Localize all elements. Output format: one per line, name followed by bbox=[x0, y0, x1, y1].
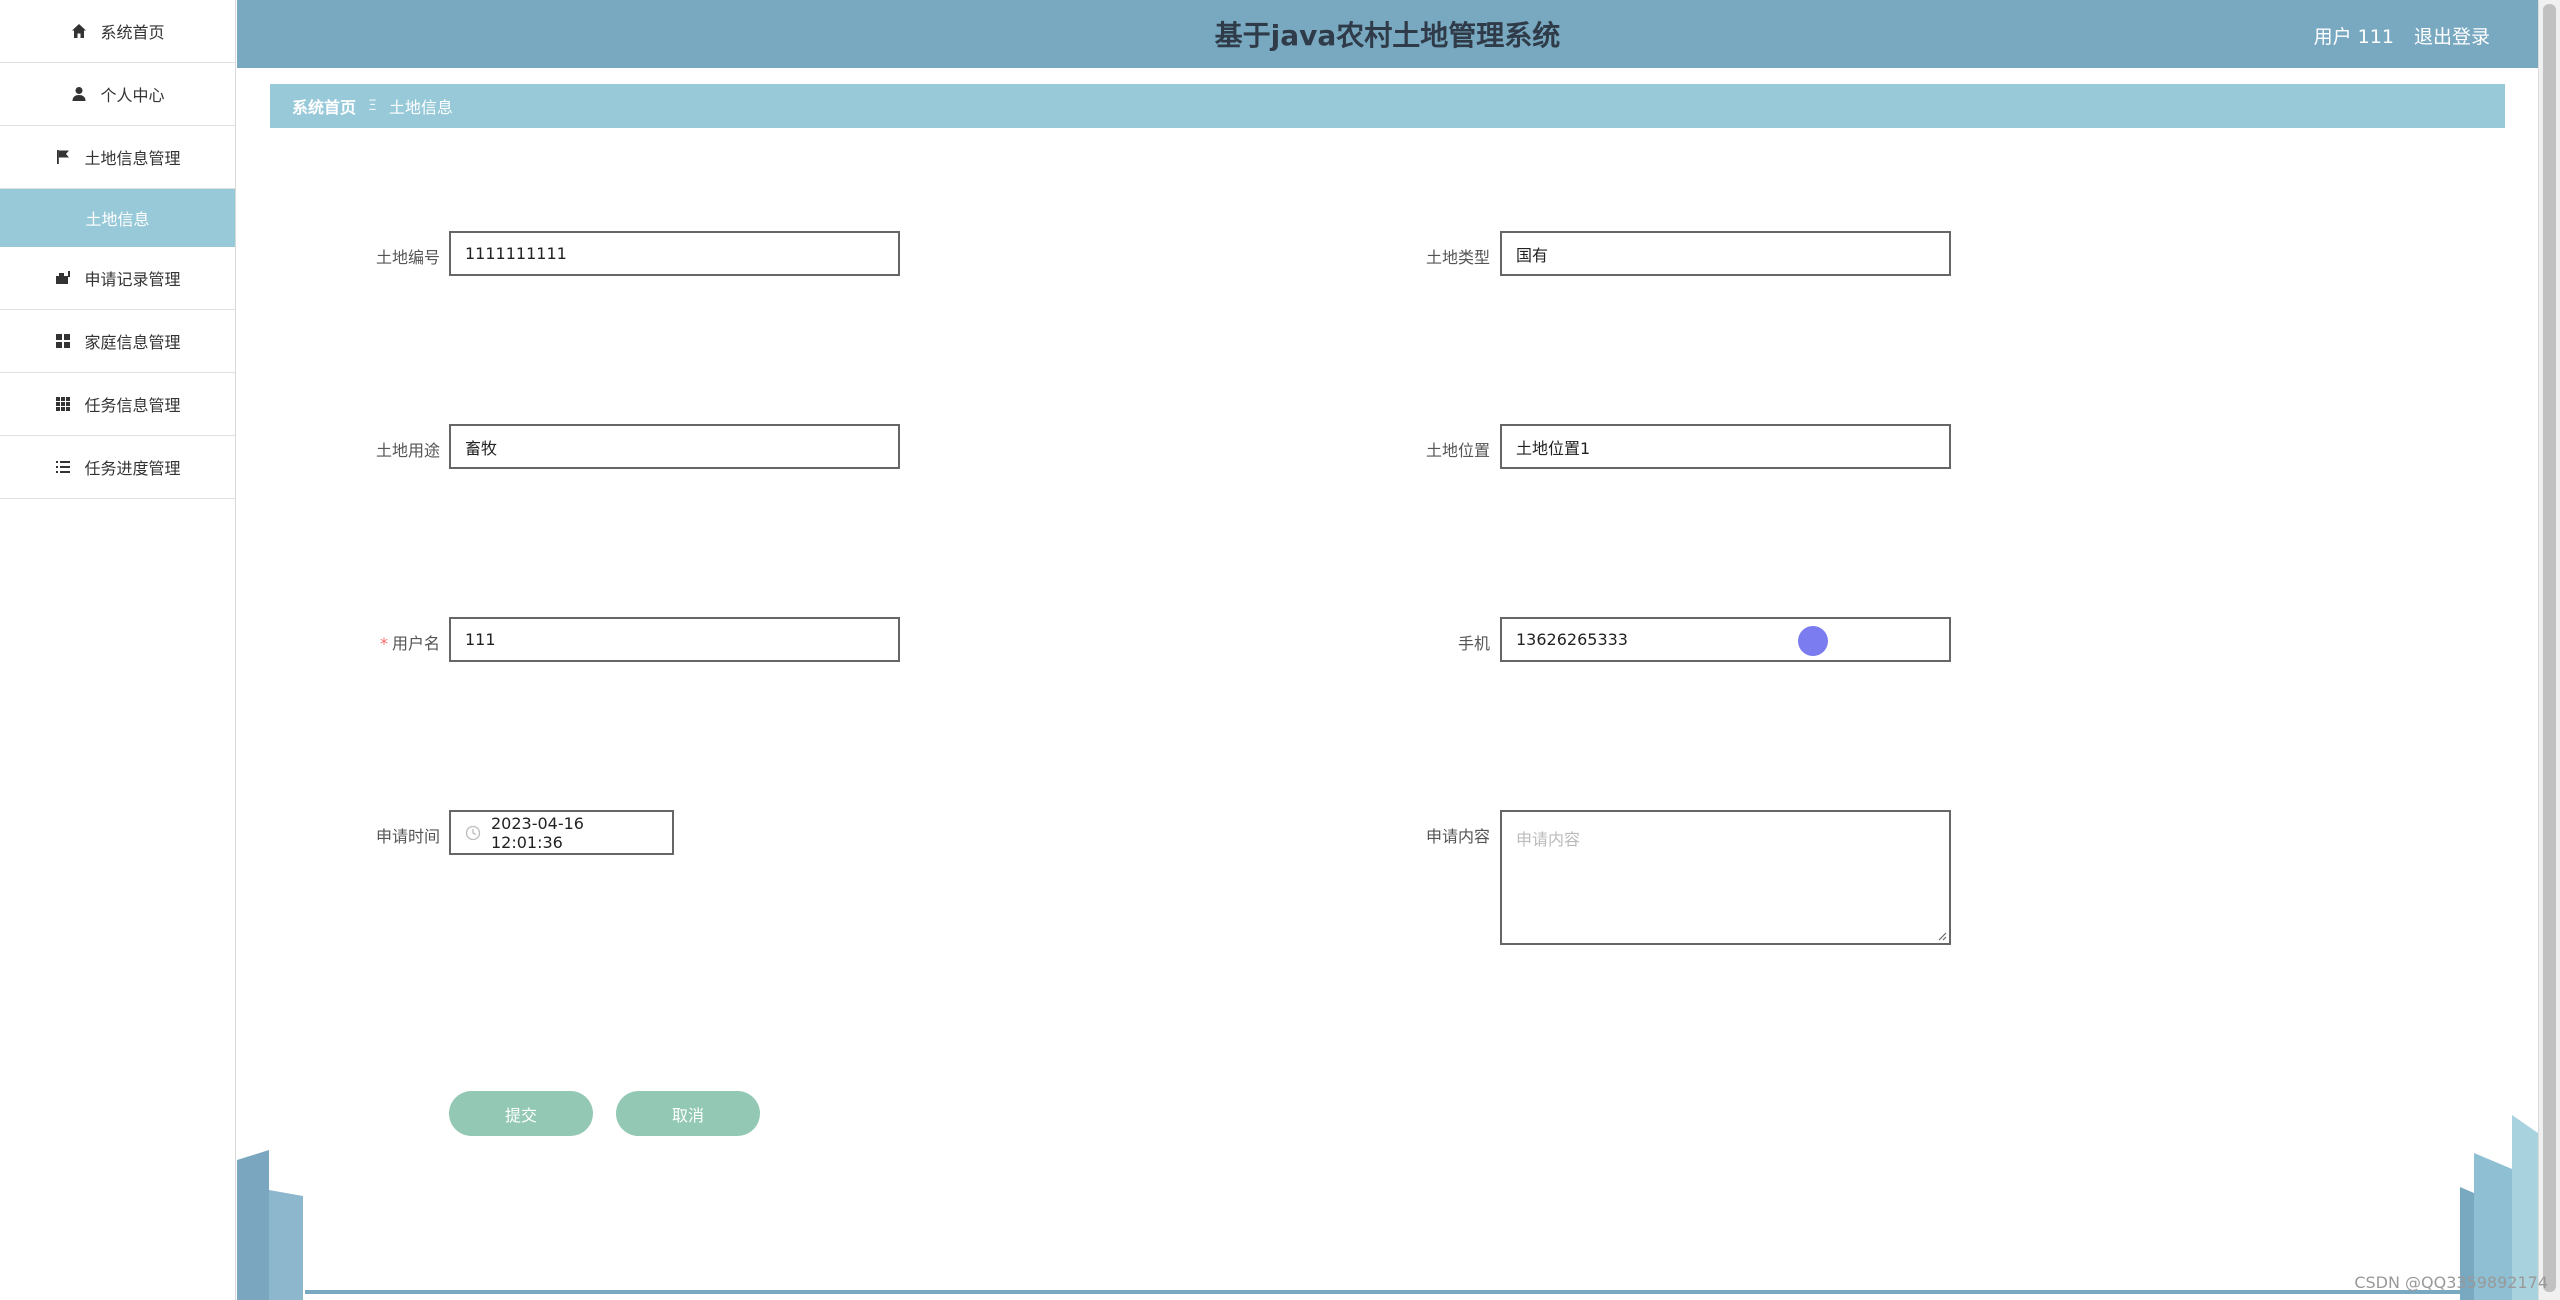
username-label: * 用户名 bbox=[320, 630, 440, 654]
sidebar-subitem-land-info[interactable]: 土地信息 bbox=[0, 189, 235, 247]
logout-link[interactable]: 退出登录 bbox=[2414, 26, 2490, 48]
sidebar-item-label: 申请记录管理 bbox=[84, 270, 181, 289]
breadcrumb-home-link[interactable]: 系统首页 bbox=[292, 94, 356, 118]
apply-content-textarea[interactable]: 申请内容 bbox=[1500, 810, 1951, 945]
breadcrumb: 系统首页 Ξ 土地信息 bbox=[270, 84, 2505, 128]
apps-icon bbox=[54, 395, 72, 413]
grid-icon bbox=[54, 332, 72, 350]
apply-time-value: 2023-04-16 12:01:36 bbox=[491, 813, 584, 852]
decorative-corner-left bbox=[237, 1150, 303, 1300]
phone-input[interactable]: 13626265333 bbox=[1500, 617, 1951, 662]
sidebar-item-label: 家庭信息管理 bbox=[84, 333, 181, 352]
user-area: 用户 111 退出登录 bbox=[2300, 22, 2490, 49]
apply-content-label: 申请内容 bbox=[1425, 827, 1490, 846]
land-use-label: 土地用途 bbox=[375, 441, 440, 460]
sidebar-item-label: 个人中心 bbox=[100, 86, 165, 105]
sidebar-item-label: 土地信息 bbox=[85, 210, 150, 229]
land-location-label: 土地位置 bbox=[1425, 441, 1490, 460]
clock-icon bbox=[465, 825, 481, 841]
sidebar: 系统首页 个人中心 土地信息管理 土地信息 申请记录管理 家庭信息管理 任务信息… bbox=[0, 0, 236, 1300]
sidebar-item-label: 系统首页 bbox=[100, 23, 165, 42]
home-icon bbox=[70, 22, 88, 40]
mouse-cursor-indicator bbox=[1798, 626, 1828, 656]
submit-button[interactable]: 提交 bbox=[449, 1091, 593, 1136]
vertical-scrollbar[interactable] bbox=[2538, 0, 2560, 1300]
sidebar-item-task-info[interactable]: 任务信息管理 bbox=[0, 373, 235, 436]
resize-grip-icon[interactable] bbox=[1937, 931, 1947, 941]
land-no-input[interactable]: 1111111111 bbox=[449, 231, 900, 276]
sidebar-item-profile[interactable]: 个人中心 bbox=[0, 63, 235, 126]
phone-label: 手机 bbox=[1457, 634, 1490, 653]
apply-time-label: 申请时间 bbox=[375, 827, 440, 846]
land-type-label: 土地类型 bbox=[1425, 248, 1490, 267]
sidebar-item-label: 土地信息管理 bbox=[84, 149, 181, 168]
required-asterisk: * bbox=[379, 634, 388, 653]
decorative-bottom-line bbox=[305, 1290, 2465, 1294]
scrollbar-thumb[interactable] bbox=[2543, 4, 2556, 1292]
sidebar-item-label: 任务信息管理 bbox=[84, 396, 181, 415]
sidebar-item-home[interactable]: 系统首页 bbox=[0, 0, 235, 63]
cancel-button[interactable]: 取消 bbox=[616, 1091, 760, 1136]
sidebar-item-application-records[interactable]: 申请记录管理 bbox=[0, 247, 235, 310]
breadcrumb-separator-icon: Ξ bbox=[368, 98, 377, 114]
land-location-input[interactable]: 土地位置1 bbox=[1500, 424, 1951, 469]
land-type-select[interactable]: 国有 bbox=[1500, 231, 1951, 276]
sidebar-item-land-management[interactable]: 土地信息管理 bbox=[0, 126, 235, 189]
breadcrumb-current: 土地信息 bbox=[388, 98, 453, 117]
current-user-label: 用户 111 bbox=[2313, 26, 2394, 48]
land-no-label: 土地编号 bbox=[375, 248, 440, 267]
briefcase-icon bbox=[54, 269, 72, 287]
app-title: 基于java农村土地管理系统 bbox=[1214, 19, 1561, 52]
list-icon bbox=[54, 458, 72, 476]
sidebar-item-family-info[interactable]: 家庭信息管理 bbox=[0, 310, 235, 373]
flag-icon bbox=[54, 148, 72, 166]
username-input[interactable]: 111 bbox=[449, 617, 900, 662]
land-use-input[interactable]: 畜牧 bbox=[449, 424, 900, 469]
apply-time-picker[interactable]: 2023-04-16 12:01:36 bbox=[449, 810, 674, 855]
sidebar-item-task-progress[interactable]: 任务进度管理 bbox=[0, 436, 235, 499]
sidebar-item-label: 任务进度管理 bbox=[84, 459, 181, 478]
watermark: CSDN @QQ3359892174 bbox=[2354, 1273, 2548, 1292]
apply-content-placeholder: 申请内容 bbox=[1516, 830, 1581, 849]
username-label-text: 用户名 bbox=[391, 634, 440, 653]
user-icon bbox=[70, 85, 88, 103]
header-bar: 基于java农村土地管理系统 用户 111 退出登录 bbox=[237, 0, 2538, 68]
